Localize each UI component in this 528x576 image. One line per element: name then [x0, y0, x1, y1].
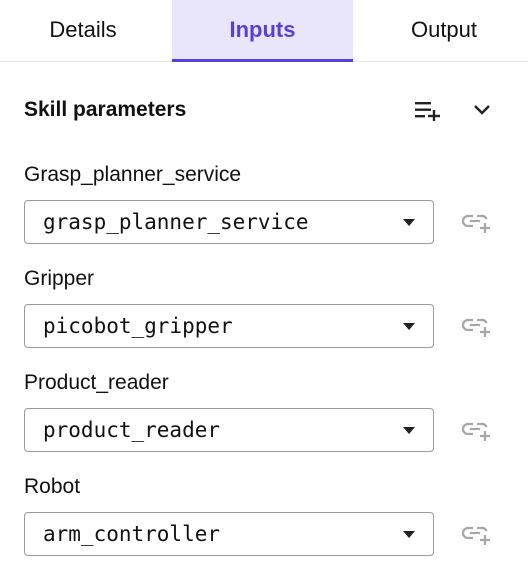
select-value: grasp_planner_service	[43, 210, 309, 234]
add-to-list-icon[interactable]	[406, 88, 450, 132]
tab-bar: Details Inputs Output	[0, 0, 528, 62]
select-value: arm_controller	[43, 522, 221, 546]
caret-down-icon	[403, 322, 415, 330]
param-label: Robot	[24, 475, 81, 498]
param-gripper: Gripper picobot_gripper	[24, 264, 504, 348]
caret-down-icon	[403, 218, 415, 226]
param-label: Product_reader	[24, 371, 169, 394]
tab-output[interactable]: Output	[360, 0, 528, 60]
product-reader-select[interactable]: product_reader	[24, 408, 434, 452]
link-add-icon[interactable]	[454, 200, 498, 244]
tab-inputs[interactable]: Inputs	[172, 0, 353, 62]
param-label: Grasp_planner_service	[24, 163, 242, 186]
select-value: picobot_gripper	[43, 314, 233, 338]
caret-down-icon	[403, 530, 415, 538]
link-add-icon[interactable]	[454, 408, 498, 452]
param-product-reader: Product_reader product_reader	[24, 368, 504, 452]
link-add-icon[interactable]	[454, 304, 498, 348]
section-title: Skill parameters	[24, 98, 187, 121]
tab-details[interactable]: Details	[0, 0, 166, 60]
param-robot: Robot arm_controller	[24, 472, 504, 556]
gripper-select[interactable]: picobot_gripper	[24, 304, 434, 348]
link-add-icon[interactable]	[454, 512, 498, 556]
chevron-down-icon[interactable]	[460, 88, 504, 132]
caret-down-icon	[403, 426, 415, 434]
robot-select[interactable]: arm_controller	[24, 512, 434, 556]
select-value: product_reader	[43, 418, 221, 442]
skill-parameters-header: Skill parameters	[24, 88, 504, 132]
param-grasp-planner-service: Grasp_planner_service grasp_planner_serv…	[24, 160, 504, 244]
param-label: Gripper	[24, 267, 95, 290]
grasp-planner-service-select[interactable]: grasp_planner_service	[24, 200, 434, 244]
